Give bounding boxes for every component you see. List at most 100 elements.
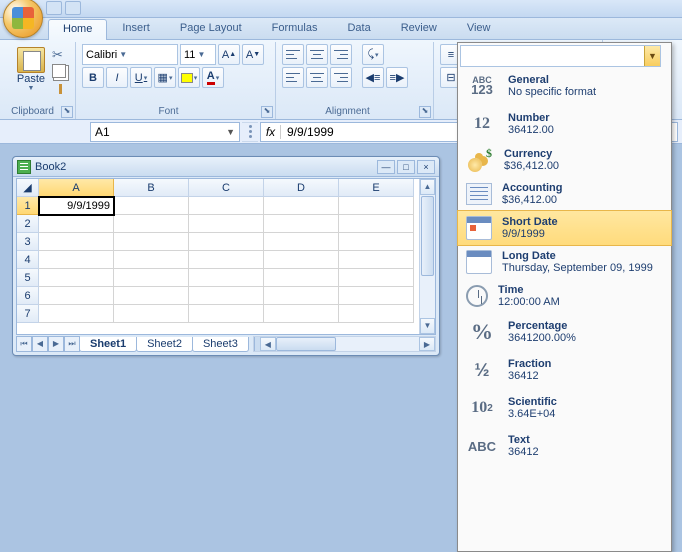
scroll-down-button[interactable]: ▼ <box>420 318 435 334</box>
cell[interactable] <box>339 305 414 323</box>
decrease-indent-button[interactable]: ◀≡ <box>362 67 384 88</box>
horizontal-scrollbar[interactable]: ◀ ▶ <box>253 336 436 352</box>
number-format-long-date[interactable]: Long DateThursday, September 09, 1999 <box>458 245 671 279</box>
alignment-dialog-launcher[interactable]: ⬊ <box>419 106 431 118</box>
align-left-button[interactable] <box>282 67 304 88</box>
cell[interactable] <box>264 233 339 251</box>
tab-nav-first[interactable]: ⏮ <box>16 336 32 352</box>
scroll-up-button[interactable]: ▲ <box>420 179 435 195</box>
number-format-general[interactable]: ABC123GeneralNo specific format <box>458 67 671 105</box>
insert-function-button[interactable]: fx <box>261 125 281 139</box>
cut-button[interactable] <box>52 46 68 62</box>
cell[interactable] <box>264 305 339 323</box>
cell[interactable] <box>339 269 414 287</box>
cell[interactable] <box>39 305 114 323</box>
row-header-5[interactable]: 5 <box>17 269 39 287</box>
cell[interactable] <box>114 251 189 269</box>
cell-b1[interactable] <box>114 197 189 215</box>
tab-nav-next[interactable]: ▶ <box>48 336 64 352</box>
scroll-left-button[interactable]: ◀ <box>260 337 276 351</box>
align-top-button[interactable] <box>282 44 304 65</box>
font-dialog-launcher[interactable]: ⬊ <box>261 106 273 118</box>
number-format-currency[interactable]: Currency$36,412.00 <box>458 143 671 177</box>
cell[interactable] <box>339 287 414 305</box>
number-format-short-date[interactable]: Short Date9/9/1999 <box>458 211 671 245</box>
cell[interactable] <box>114 287 189 305</box>
increase-indent-button[interactable]: ≡▶ <box>386 67 408 88</box>
cell-d1[interactable] <box>264 197 339 215</box>
col-header-e[interactable]: E <box>339 179 414 197</box>
number-format-number[interactable]: 12Number36412.00 <box>458 105 671 143</box>
italic-button[interactable]: I <box>106 67 128 88</box>
col-header-d[interactable]: D <box>264 179 339 197</box>
copy-button[interactable] <box>52 64 68 80</box>
cell-a1[interactable]: 9/9/1999 <box>39 197 114 215</box>
cell[interactable] <box>39 269 114 287</box>
cell[interactable] <box>189 305 264 323</box>
cell[interactable] <box>114 305 189 323</box>
cell[interactable] <box>189 233 264 251</box>
cell[interactable] <box>339 215 414 233</box>
align-middle-button[interactable] <box>306 44 328 65</box>
cell[interactable] <box>39 215 114 233</box>
border-button[interactable]: ▦ <box>154 67 176 88</box>
number-format-scientific[interactable]: 102Scientific3.64E+04 <box>458 389 671 427</box>
number-format-combo[interactable]: ▼ <box>460 45 661 67</box>
col-header-a[interactable]: A <box>39 179 114 197</box>
sheet-tab-2[interactable]: Sheet2 <box>136 337 193 352</box>
cell[interactable] <box>264 287 339 305</box>
row-header-6[interactable]: 6 <box>17 287 39 305</box>
workbook-titlebar[interactable]: Book2 — □ × <box>13 157 439 177</box>
qat-undo[interactable] <box>65 1 81 15</box>
increase-font-button[interactable]: A▲ <box>218 44 240 65</box>
tab-review[interactable]: Review <box>386 18 452 39</box>
number-format-fraction[interactable]: ½Fraction36412 <box>458 351 671 389</box>
cell-c1[interactable] <box>189 197 264 215</box>
cell[interactable] <box>39 287 114 305</box>
cell[interactable] <box>339 233 414 251</box>
minimize-button[interactable]: — <box>377 160 395 174</box>
maximize-button[interactable]: □ <box>397 160 415 174</box>
font-color-button[interactable]: A <box>202 67 224 88</box>
cell[interactable] <box>189 269 264 287</box>
scroll-right-button[interactable]: ▶ <box>419 337 435 351</box>
qat-save[interactable] <box>46 1 62 15</box>
scroll-thumb[interactable] <box>421 196 434 276</box>
close-button[interactable]: × <box>417 160 435 174</box>
font-size-combo[interactable]: 11 ▼ <box>180 44 216 65</box>
align-center-button[interactable] <box>306 67 328 88</box>
decrease-font-button[interactable]: A▼ <box>242 44 264 65</box>
tab-data[interactable]: Data <box>332 18 385 39</box>
number-format-percentage[interactable]: %Percentage3641200.00% <box>458 313 671 351</box>
cell[interactable] <box>39 233 114 251</box>
font-name-combo[interactable]: Calibri ▼ <box>82 44 178 65</box>
tab-page-layout[interactable]: Page Layout <box>165 18 257 39</box>
cell[interactable] <box>39 251 114 269</box>
format-painter-button[interactable] <box>52 82 68 98</box>
cell[interactable] <box>114 269 189 287</box>
cell[interactable] <box>189 251 264 269</box>
select-all-corner[interactable]: ◢ <box>17 179 39 197</box>
tab-nav-prev[interactable]: ◀ <box>32 336 48 352</box>
cell[interactable] <box>189 215 264 233</box>
underline-button[interactable]: U <box>130 67 152 88</box>
name-box-dropdown-icon[interactable]: ▼ <box>226 127 235 137</box>
row-header-7[interactable]: 7 <box>17 305 39 323</box>
number-format-time[interactable]: Time12:00:00 AM <box>458 279 671 313</box>
tab-view[interactable]: View <box>452 18 506 39</box>
vertical-scrollbar[interactable]: ▲ ▼ <box>419 179 435 334</box>
cell[interactable] <box>114 233 189 251</box>
chevron-down-icon[interactable]: ▼ <box>644 46 660 66</box>
cell[interactable] <box>339 251 414 269</box>
cell-e1[interactable] <box>339 197 414 215</box>
tab-nav-last[interactable]: ⏭ <box>64 336 80 352</box>
tab-formulas[interactable]: Formulas <box>257 18 333 39</box>
row-header-4[interactable]: 4 <box>17 251 39 269</box>
align-bottom-button[interactable] <box>330 44 352 65</box>
cell[interactable] <box>114 215 189 233</box>
tab-insert[interactable]: Insert <box>107 18 165 39</box>
orientation-button[interactable]: ⤹ <box>362 44 384 65</box>
name-box[interactable]: A1 ▼ <box>90 122 240 142</box>
cell[interactable] <box>264 251 339 269</box>
number-format-accounting[interactable]: Accounting $36,412.00 <box>458 177 671 211</box>
